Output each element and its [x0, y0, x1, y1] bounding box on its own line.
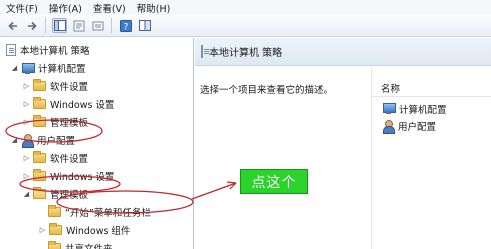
tree-label: Windows 组件 [66, 226, 131, 237]
folder-icon [49, 223, 62, 235]
tree-label: 计算机配置 [38, 64, 86, 75]
user-icon [21, 134, 34, 148]
tree-item-computer-config[interactable]: ◢ 计算机配置 [10, 59, 86, 77]
toolbar-separator [111, 18, 112, 33]
list-item-user-config[interactable]: 用户配置 [382, 118, 437, 134]
tree-item-windows-components[interactable]: ▷ Windows 组件 [38, 221, 130, 239]
folder-icon [33, 97, 46, 109]
tree-label: 软件设置 [50, 82, 89, 93]
callout-click-here: 点这个 [240, 169, 308, 194]
properties-icon [73, 20, 84, 31]
export-list-icon [92, 21, 103, 30]
expand-arrow-icon[interactable]: ▷ [38, 226, 47, 234]
expand-arrow-icon[interactable]: ▷ [22, 118, 31, 126]
folder-icon [33, 169, 46, 181]
folder-open-icon [33, 187, 46, 199]
tree-label: 用户配置 [37, 136, 76, 147]
menu-help[interactable]: 帮助(H) [137, 1, 171, 15]
console-tree-icon [53, 20, 66, 31]
toolbar: ? [0, 15, 491, 37]
menu-bar: 文件(F) 操作(A) 查看(V) 帮助(H) [0, 0, 491, 15]
tree-item-start-menu-taskbar[interactable]: “开始”菜单和任务栏 [46, 203, 151, 221]
item-list: 名称 计算机配置 用户配置 [371, 68, 491, 249]
tree-label: Windows 设置 [50, 100, 115, 111]
user-icon [382, 119, 395, 134]
folder-icon [48, 241, 61, 249]
policy-icon [6, 44, 16, 56]
tree-item-admin-templates[interactable]: ◢ 管理模板 [22, 185, 88, 203]
computer-icon [382, 103, 396, 114]
list-item-label: 用户配置 [398, 121, 437, 133]
tree-label: 管理模板 [50, 190, 89, 201]
tree-label: 本地计算机 策略 [20, 46, 90, 57]
list-item-label: 计算机配置 [399, 104, 447, 116]
tree-item-shared-folders[interactable]: 共享文件夹 [46, 239, 113, 249]
collapse-arrow-icon[interactable]: ◢ [10, 64, 19, 72]
menu-file[interactable]: 文件(F) [6, 1, 38, 15]
help-icon: ? [119, 19, 132, 32]
menu-view[interactable]: 查看(V) [93, 1, 126, 15]
tree-item-software-settings[interactable]: ▷ 软件设置 [22, 149, 88, 167]
help-button[interactable]: ? [118, 18, 133, 33]
collapse-arrow-icon[interactable]: ◢ [22, 190, 31, 198]
back-arrow-icon [7, 21, 17, 30]
export-list-button[interactable] [90, 18, 105, 33]
forward-button[interactable] [24, 18, 39, 33]
forward-arrow-icon [27, 21, 37, 30]
properties-button[interactable] [71, 18, 86, 33]
tree-item-admin-templates[interactable]: ▷ 管理模板 [22, 113, 88, 131]
details-pane: 本地计算机 策略 选择一个项目来查看它的描述。 名称 计算机配置 用户配置 [195, 38, 491, 249]
toolbar-separator [45, 18, 46, 33]
expand-arrow-icon[interactable]: ▷ [22, 82, 31, 90]
tree-item-windows-settings[interactable]: ▷ Windows 设置 [22, 167, 114, 185]
expand-arrow-icon[interactable]: ▷ [22, 100, 31, 108]
policy-icon [201, 45, 203, 58]
tree-label: “开始”菜单和任务栏 [65, 208, 151, 219]
show-tree-button[interactable] [52, 18, 67, 33]
tree-label: 共享文件夹 [65, 241, 113, 249]
column-header-name[interactable]: 名称 [372, 80, 491, 97]
folder-icon [33, 151, 46, 163]
folder-icon [33, 79, 46, 91]
collapse-arrow-icon[interactable]: ◢ [10, 136, 19, 144]
details-header: 本地计算机 策略 [195, 38, 491, 66]
folder-icon [48, 205, 61, 217]
expand-arrow-icon[interactable]: ▷ [22, 172, 31, 180]
svg-text:?: ? [123, 22, 128, 32]
tree-label: 管理模板 [50, 118, 89, 129]
console-tree: 本地计算机 策略 ◢ 计算机配置 ▷ 软件设置 ▷ Windows 设置 ▷ 管… [0, 38, 194, 249]
tree-root[interactable]: 本地计算机 策略 [4, 41, 90, 59]
tree-label: Windows 设置 [50, 172, 115, 183]
pane-icon [138, 20, 151, 31]
tree-item-software-settings[interactable]: ▷ 软件设置 [22, 77, 88, 95]
menu-action[interactable]: 操作(A) [49, 1, 82, 15]
tree-label: 软件设置 [50, 154, 89, 165]
description-text: 选择一个项目来查看它的描述。 [200, 85, 334, 96]
expand-arrow-icon[interactable]: ▷ [22, 154, 31, 162]
details-title: 本地计算机 策略 [209, 48, 283, 59]
back-button[interactable] [5, 18, 20, 33]
folder-icon [33, 115, 46, 127]
tree-item-windows-settings[interactable]: ▷ Windows 设置 [22, 95, 114, 113]
computer-icon [21, 62, 35, 74]
view-pane-button[interactable] [137, 18, 152, 33]
tree-item-user-config[interactable]: ◢ 用户配置 [10, 131, 75, 149]
list-item-computer-config[interactable]: 计算机配置 [382, 101, 447, 116]
